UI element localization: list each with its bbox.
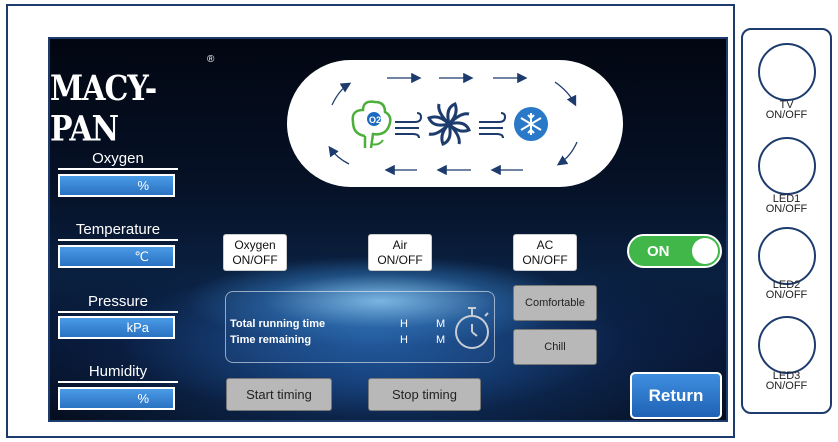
led3-toggle-button[interactable] [758, 316, 816, 374]
brand-logo: MACY-PAN [50, 69, 157, 150]
tv-toggle-button[interactable] [758, 43, 816, 101]
toggle-knob [692, 238, 718, 264]
timer-panel: Total running time Time remaining H M H … [225, 291, 495, 363]
stop-timing-button[interactable]: Stop timing [368, 378, 481, 411]
fan-icon [427, 102, 471, 146]
stopwatch-icon [455, 307, 489, 349]
led1-toggle-button[interactable] [758, 137, 816, 195]
temperature-value: ℃ [58, 245, 175, 268]
comfortable-mode-button[interactable]: Comfortable [513, 285, 597, 321]
air-button-line1: Air [392, 238, 408, 252]
air-toggle-button[interactable]: Air ON/OFF [368, 234, 432, 271]
tv-label-line2: ON/OFF [765, 109, 808, 121]
led3-label-line2: ON/OFF [765, 380, 808, 392]
start-timing-button[interactable]: Start timing [226, 378, 332, 411]
temperature-label: Temperature [58, 219, 178, 241]
chill-mode-button[interactable]: Chill [513, 329, 597, 365]
wind-icon [479, 112, 507, 139]
airflow-diagram-graphic: O2 [328, 72, 578, 176]
lighting-control-panel: TV ON/OFF LED1 ON/OFF LED2 ON/OFF LED3 O… [741, 28, 832, 414]
air-button-line2: ON/OFF [377, 253, 423, 267]
flow-arrow [556, 141, 578, 166]
running-hours-unit: H [400, 318, 408, 330]
ac-button-line1: AC [536, 238, 554, 252]
remaining-minutes-unit: M [436, 334, 446, 346]
flow-arrow [554, 81, 577, 107]
wind-icon [395, 112, 423, 139]
remaining-hours-unit: H [400, 334, 408, 346]
oxygen-button-line2: ON/OFF [232, 253, 278, 267]
oxygen-button-line1: Oxygen [234, 238, 276, 252]
airflow-diagram: O2 [287, 60, 623, 187]
oxygen-label: Oxygen [58, 148, 178, 170]
svg-text:O2: O2 [369, 115, 381, 125]
power-toggle-label: ON [647, 243, 670, 260]
pressure-label: Pressure [58, 291, 178, 313]
control-screen: MACY-PAN ® Oxygen % Temperature ℃ Pressu… [48, 37, 728, 422]
led2-toggle-button[interactable] [758, 227, 816, 285]
ac-button-line2: ON/OFF [522, 253, 568, 267]
oxygen-value: % [58, 174, 175, 197]
flow-arrow [331, 82, 352, 106]
time-remaining-label: Time remaining [230, 334, 312, 346]
humidity-label: Humidity [58, 361, 178, 383]
led2-label-line2: ON/OFF [765, 289, 808, 301]
return-button[interactable]: Return [630, 372, 722, 419]
running-minutes-unit: M [436, 318, 446, 330]
humidity-value: % [58, 387, 175, 410]
flow-arrow [328, 145, 350, 165]
led1-label-line2: ON/OFF [765, 203, 808, 215]
main-panel-frame: MACY-PAN ® Oxygen % Temperature ℃ Pressu… [6, 4, 735, 438]
snowflake-icon [514, 107, 548, 141]
total-running-label: Total running time [230, 318, 326, 330]
tree-oxygen-icon: O2 [351, 100, 392, 149]
pressure-value: kPa [58, 316, 175, 339]
registered-mark: ® [207, 54, 215, 65]
ac-toggle-button[interactable]: AC ON/OFF [513, 234, 577, 271]
oxygen-toggle-button[interactable]: Oxygen ON/OFF [223, 234, 287, 271]
power-toggle-switch[interactable]: ON [627, 234, 722, 268]
